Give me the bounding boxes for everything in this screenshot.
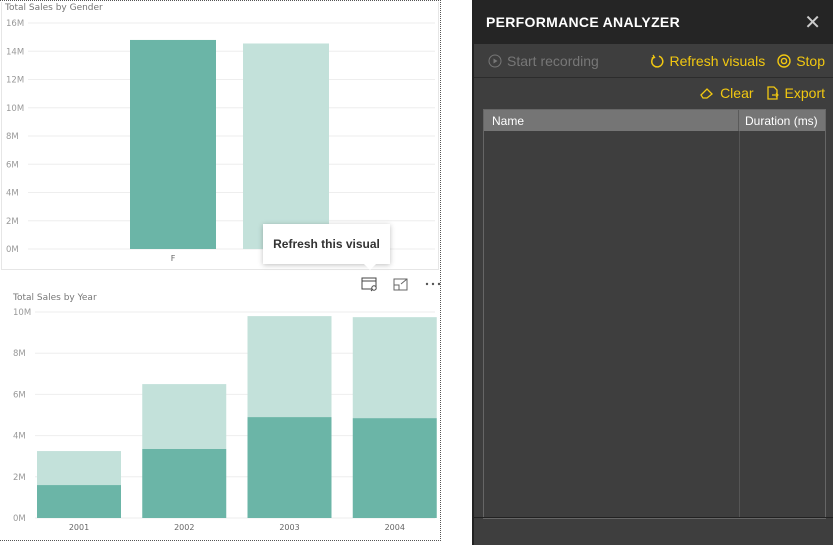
y-tick-label: 12M	[6, 76, 24, 86]
y-tick-label: 6M	[13, 390, 26, 400]
export-icon	[766, 86, 779, 100]
close-icon[interactable]: ✕	[804, 10, 821, 35]
pane-title: PERFORMANCE ANALYZER	[486, 14, 680, 30]
y-tick-label: 4M	[13, 432, 26, 442]
start-recording-label: Start recording	[507, 52, 599, 69]
refresh-visuals-label: Refresh visuals	[669, 52, 766, 69]
y-tick-label: 8M	[6, 132, 19, 142]
charts: Total Sales by Gender 0M 2M 4M 6M 8M 10M 12M 14M…	[4, 3, 437, 532]
x-tick-label: 2002	[174, 523, 194, 532]
y-tick-label: 0M	[13, 514, 26, 524]
tooltip: Refresh this visual	[263, 224, 390, 270]
x-tick-label: 2004	[385, 523, 405, 532]
column-header-name[interactable]: Name	[484, 114, 738, 128]
bar-segment	[352, 317, 437, 419]
y-tick-label: 10M	[6, 104, 24, 114]
x-tick-label: 2003	[279, 523, 299, 532]
y-tick-label: 8M	[13, 349, 26, 359]
bar-segment	[247, 417, 332, 518]
bar-segment	[142, 448, 227, 518]
play-circle-icon	[488, 54, 502, 67]
stop-button[interactable]: Stop	[777, 53, 825, 69]
refresh-visuals-button[interactable]: Refresh visuals	[650, 53, 765, 69]
y-tick-label: 16M	[6, 19, 24, 29]
clear-label: Clear	[720, 85, 754, 101]
export-button[interactable]: Export	[766, 85, 825, 101]
bar-segment	[352, 418, 437, 518]
x-tick-label: 2001	[69, 523, 89, 532]
y-tick-label: 10M	[13, 308, 31, 318]
divider	[474, 517, 833, 518]
results-table: Name Duration (ms)	[483, 109, 826, 519]
bar	[130, 39, 216, 250]
y-tick-label: 0M	[6, 245, 19, 255]
bar	[243, 43, 329, 250]
y-tick-label: 2M	[6, 217, 19, 227]
y-tick-label: 14M	[6, 47, 24, 57]
stop-icon	[777, 53, 791, 68]
stop-label: Stop	[796, 52, 825, 69]
refresh-icon	[651, 54, 664, 68]
bar-segment	[37, 485, 121, 518]
report-canvas: Total Sales by Gender 0M 2M 4M 6M 8M 10M 12M 14M…	[0, 0, 472, 545]
chart-title: Total Sales by Year	[12, 293, 97, 303]
start-recording-button[interactable]: Start recording	[488, 53, 599, 69]
export-label: Export	[784, 85, 825, 101]
y-tick-label: 6M	[6, 160, 19, 170]
eraser-icon	[700, 88, 714, 99]
more-options-icon[interactable]	[424, 276, 442, 292]
clear-button[interactable]: Clear	[699, 85, 754, 101]
refresh-visual-icon[interactable]	[360, 276, 378, 292]
chart-title: Total Sales by Gender	[4, 3, 103, 13]
bar-segment	[37, 451, 121, 486]
x-tick-label: F	[171, 254, 176, 263]
y-tick-label: 2M	[13, 473, 26, 483]
bar-segment	[142, 384, 227, 449]
column-header-duration[interactable]: Duration (ms)	[738, 110, 825, 131]
focus-mode-icon[interactable]	[392, 276, 410, 292]
y-tick-label: 4M	[6, 189, 19, 199]
bar-segment	[247, 316, 332, 418]
column-divider	[739, 131, 740, 518]
performance-analyzer-pane: PERFORMANCE ANALYZER ✕ Start recording R…	[472, 0, 833, 545]
